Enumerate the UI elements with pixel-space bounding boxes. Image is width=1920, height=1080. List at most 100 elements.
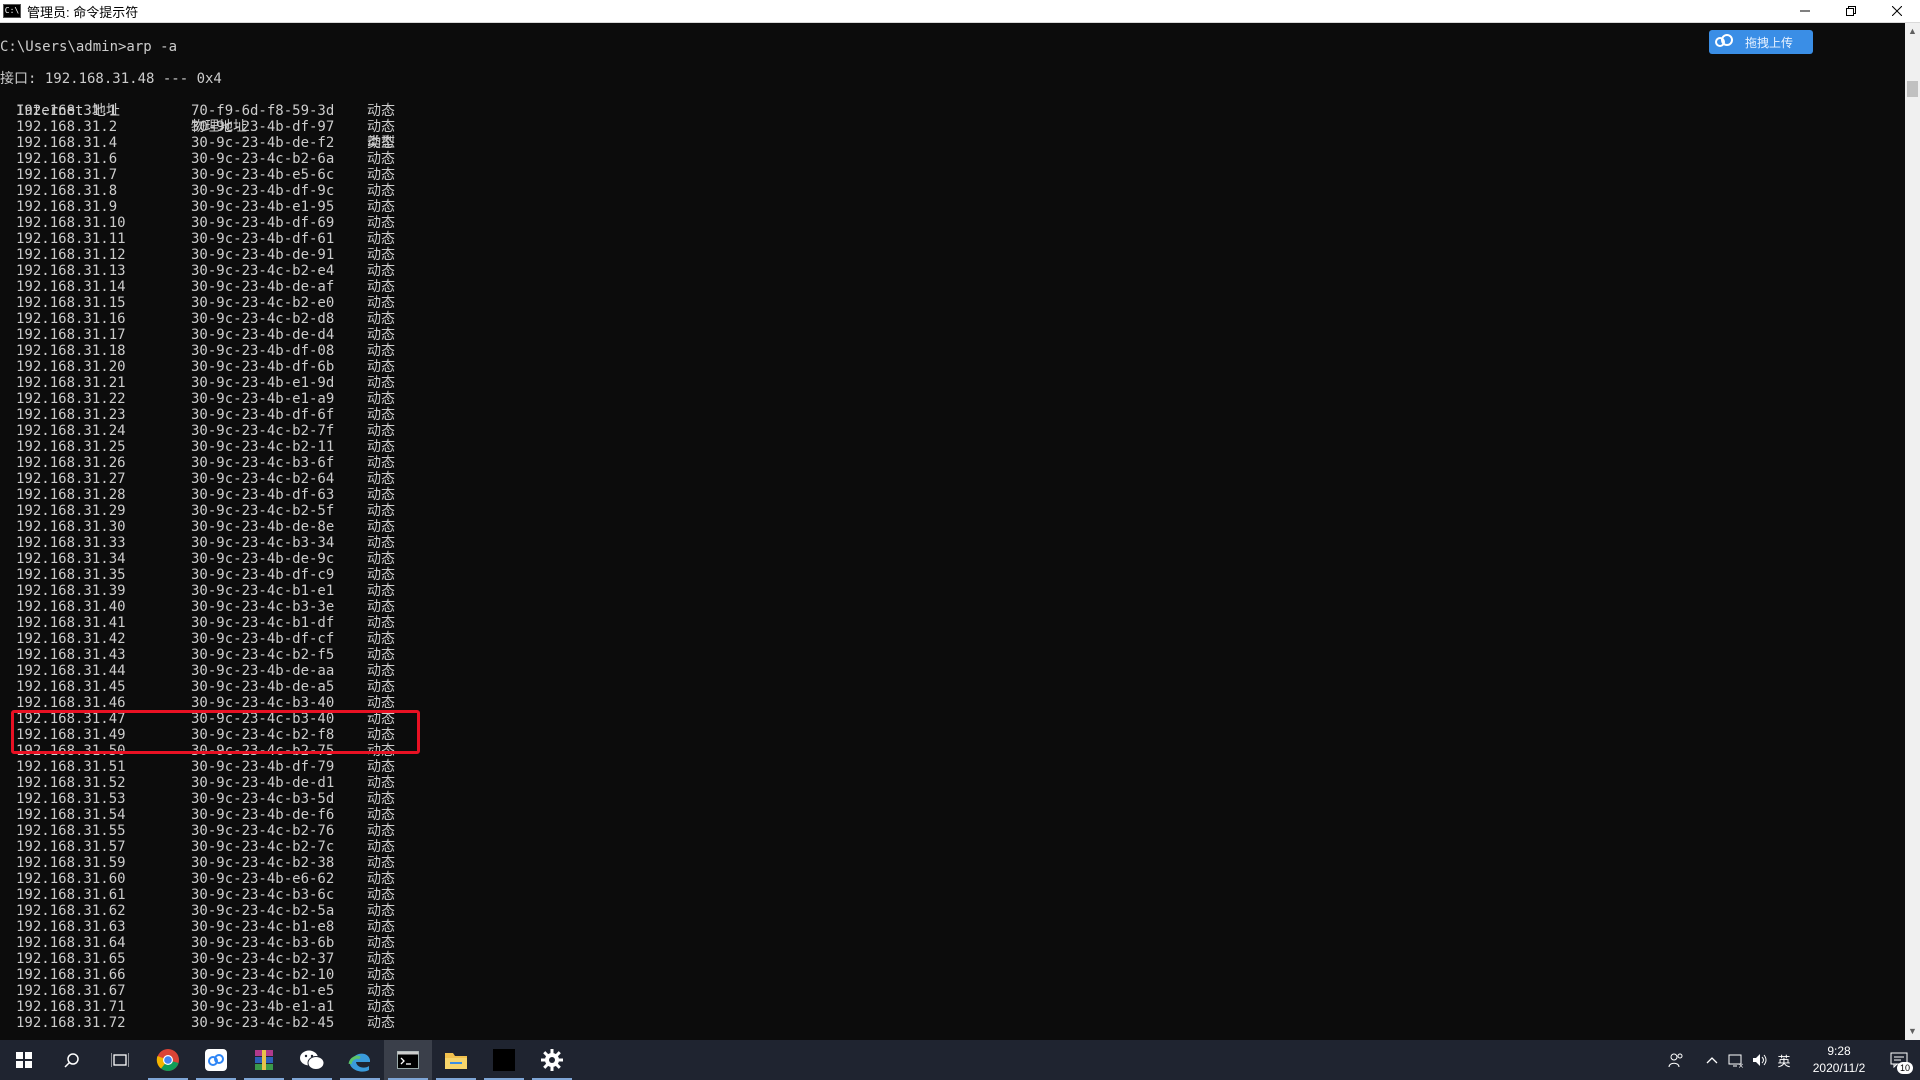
arp-type-cell: 动态	[367, 551, 395, 567]
start-button[interactable]	[0, 1040, 48, 1080]
arp-type-cell: 动态	[367, 375, 395, 391]
arp-table-row: 192.168.31.25 30-9c-23-4c-b2-11 动态	[0, 439, 395, 455]
arp-table-row: 192.168.31.14 30-9c-23-4b-de-af 动态	[0, 279, 395, 295]
arp-mac-cell: 30-9c-23-4c-b2-e4	[191, 263, 335, 279]
show-hidden-icons-chevron-icon[interactable]	[1700, 1040, 1724, 1080]
arp-table-row: 192.168.31.30 30-9c-23-4b-de-8e 动态	[0, 519, 395, 535]
arp-type-cell: 动态	[367, 503, 395, 519]
window-title: 管理员: 命令提示符	[27, 4, 139, 20]
network-icon[interactable]: ×	[1724, 1040, 1748, 1080]
close-button[interactable]	[1874, 0, 1920, 22]
arp-ip-cell: 192.168.31.39	[16, 583, 126, 599]
search-icon	[64, 1053, 79, 1068]
arp-mac-cell: 30-9c-23-4c-b2-7f	[191, 423, 335, 439]
search-button[interactable]	[48, 1040, 96, 1080]
people-icon[interactable]	[1664, 1040, 1688, 1080]
arp-type-cell: 动态	[367, 439, 395, 455]
arp-mac-cell: 30-9c-23-4b-df-69	[191, 215, 335, 231]
arp-mac-cell: 30-9c-23-4c-b2-37	[191, 951, 335, 967]
arp-mac-cell: 30-9c-23-4b-de-a5	[191, 679, 335, 695]
arp-type-cell: 动态	[367, 823, 395, 839]
folder-icon	[445, 1053, 467, 1069]
arp-table-row: 192.168.31.26 30-9c-23-4c-b3-6f 动态	[0, 455, 395, 471]
arp-table-row: 192.168.31.62 30-9c-23-4c-b2-5a 动态	[0, 903, 395, 919]
arp-ip-cell: 192.168.31.55	[16, 823, 126, 839]
scroll-up-arrow-icon[interactable]: ▲	[1905, 23, 1920, 40]
arp-table-row: 192.168.31.10 30-9c-23-4b-df-69 动态	[0, 215, 395, 231]
black-window-app[interactable]	[480, 1040, 528, 1080]
vertical-scrollbar[interactable]: ▲ ▼	[1905, 23, 1920, 1040]
arp-type-cell: 动态	[367, 103, 395, 119]
clock[interactable]: 9:28 2020/11/2	[1800, 1043, 1878, 1077]
scroll-down-arrow-icon[interactable]: ▼	[1905, 1023, 1920, 1040]
wechat-app[interactable]	[288, 1040, 336, 1080]
arp-type-cell: 动态	[367, 887, 395, 903]
arp-mac-cell: 30-9c-23-4c-b2-7c	[191, 839, 335, 855]
arp-ip-cell: 192.168.31.16	[16, 311, 126, 327]
console-output[interactable]: C:\Users\admin>arp -a 接口: 192.168.31.48 …	[0, 23, 1905, 1040]
arp-mac-cell: 30-9c-23-4b-de-9c	[191, 551, 335, 567]
arp-table: Internet 地址 物理地址 类型 192.168.31.1 70-f9-6d…	[0, 87, 395, 1031]
arp-type-cell: 动态	[367, 391, 395, 407]
arp-mac-cell: 30-9c-23-4b-e1-a1	[191, 999, 335, 1015]
arp-table-row: 192.168.31.61 30-9c-23-4c-b3-6c 动态	[0, 887, 395, 903]
system-tray: × 英 9:28 2020/11/2 10	[1664, 1040, 1920, 1080]
arp-ip-cell: 192.168.31.34	[16, 551, 126, 567]
arp-mac-cell: 30-9c-23-4c-b2-5a	[191, 903, 335, 919]
arp-mac-cell: 30-9c-23-4b-de-af	[191, 279, 335, 295]
arp-type-cell: 动态	[367, 471, 395, 487]
arp-ip-cell: 192.168.31.28	[16, 487, 126, 503]
arp-table-row: 192.168.31.71 30-9c-23-4b-e1-a1 动态	[0, 999, 395, 1015]
blank-window-icon	[493, 1049, 515, 1071]
arp-ip-cell: 192.168.31.40	[16, 599, 126, 615]
settings-app[interactable]	[528, 1040, 576, 1080]
arp-ip-cell: 192.168.31.45	[16, 679, 126, 695]
arp-mac-cell: 30-9c-23-4c-b3-6f	[191, 455, 335, 471]
drag-upload-widget[interactable]: 拖拽上传	[1709, 30, 1813, 54]
arp-ip-cell: 192.168.31.18	[16, 343, 126, 359]
restore-button[interactable]	[1828, 0, 1874, 22]
arp-ip-cell: 192.168.31.43	[16, 647, 126, 663]
arp-mac-cell: 30-9c-23-4b-de-91	[191, 247, 335, 263]
arp-mac-cell: 30-9c-23-4c-b2-45	[191, 1015, 335, 1031]
wechat-icon	[300, 1050, 325, 1070]
chrome-app[interactable]	[144, 1040, 192, 1080]
arp-mac-cell: 30-9c-23-4c-b1-e5	[191, 983, 335, 999]
arp-ip-cell: 192.168.31.59	[16, 855, 126, 871]
arp-table-row: 192.168.31.20 30-9c-23-4b-df-6b 动态	[0, 359, 395, 375]
arp-mac-cell: 30-9c-23-4b-df-cf	[191, 631, 335, 647]
edge-app[interactable]	[336, 1040, 384, 1080]
file-explorer-app[interactable]	[432, 1040, 480, 1080]
arp-mac-cell: 30-9c-23-4c-b2-38	[191, 855, 335, 871]
arp-mac-cell: 30-9c-23-4b-de-aa	[191, 663, 335, 679]
winrar-app[interactable]	[240, 1040, 288, 1080]
arp-ip-cell: 192.168.31.53	[16, 791, 126, 807]
arp-type-cell: 动态	[367, 583, 395, 599]
arp-ip-cell: 192.168.31.27	[16, 471, 126, 487]
volume-icon[interactable]	[1748, 1040, 1772, 1080]
scroll-thumb[interactable]	[1907, 81, 1918, 97]
arp-ip-cell: 192.168.31.10	[16, 215, 126, 231]
action-center-button[interactable]: 10	[1878, 1040, 1920, 1080]
arp-type-cell: 动态	[367, 231, 395, 247]
arp-table-row: 192.168.31.51 30-9c-23-4b-df-79 动态	[0, 759, 395, 775]
cmd-app[interactable]	[384, 1040, 432, 1080]
arp-table-row: 192.168.31.59 30-9c-23-4c-b2-38 动态	[0, 855, 395, 871]
arp-ip-cell: 192.168.31.26	[16, 455, 126, 471]
window-titlebar[interactable]: C:\ 管理员: 命令提示符	[0, 0, 1920, 23]
arp-mac-cell: 30-9c-23-4c-b2-5f	[191, 503, 335, 519]
arp-table-row: 192.168.31.28 30-9c-23-4b-df-63 动态	[0, 487, 395, 503]
baidu-netdisk-app[interactable]	[192, 1040, 240, 1080]
task-view-button[interactable]	[96, 1040, 144, 1080]
arp-type-cell: 动态	[367, 871, 395, 887]
arp-table-row: 192.168.31.9 30-9c-23-4b-e1-95 动态	[0, 199, 395, 215]
arp-ip-cell: 192.168.31.11	[16, 231, 126, 247]
arp-ip-cell: 192.168.31.23	[16, 407, 126, 423]
arp-mac-cell: 30-9c-23-4b-df-97	[191, 119, 335, 135]
cmd-icon	[397, 1051, 419, 1069]
minimize-button[interactable]	[1782, 0, 1828, 22]
ime-indicator[interactable]: 英	[1772, 1040, 1796, 1080]
netdisk-icon	[205, 1049, 227, 1071]
arp-table-row: 192.168.31.66 30-9c-23-4c-b2-10 动态	[0, 967, 395, 983]
svg-text:×: ×	[1738, 1062, 1744, 1068]
